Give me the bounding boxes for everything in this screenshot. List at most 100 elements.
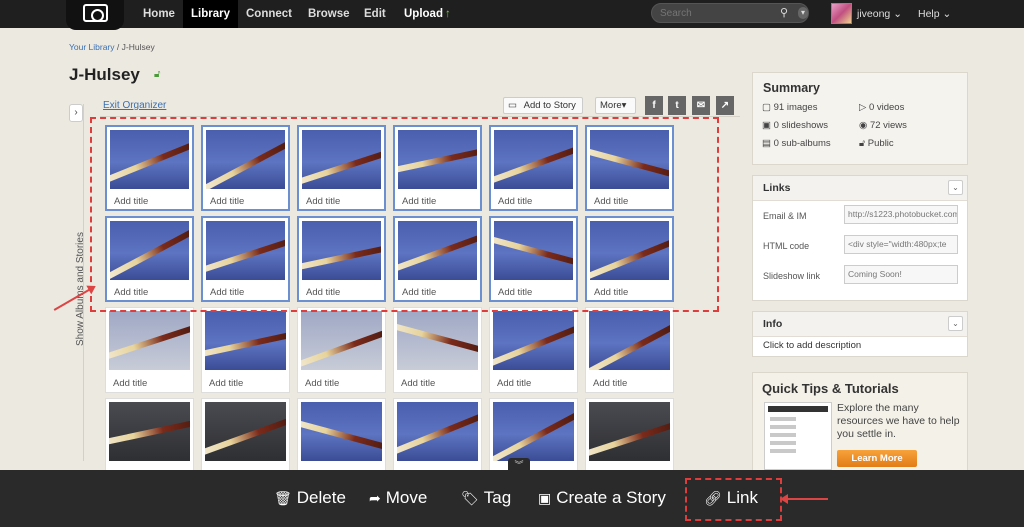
link-annotation-box — [685, 478, 782, 521]
privacy-text: Public — [867, 138, 894, 149]
story-icon: ▣ — [538, 490, 552, 506]
info-title: Info — [763, 318, 783, 330]
nav-browse[interactable]: Browse — [308, 0, 350, 28]
move-arrow-icon: ➦ — [369, 490, 381, 506]
pool-cue-image — [109, 415, 190, 447]
info-header[interactable]: Info ⌄ — [753, 312, 967, 337]
albums-side-tab[interactable]: › Show Albums and Stories — [66, 104, 86, 461]
help-menu[interactable]: Help ⌄ — [918, 0, 951, 28]
links-header[interactable]: Links ⌄ — [753, 176, 967, 201]
subalbum-count-text: 0 sub-albums — [773, 138, 831, 149]
image-count-text: 91 images — [773, 102, 818, 113]
privacy-status[interactable]: 🔓︎ Public — [859, 138, 894, 149]
photo-tile[interactable]: Add title — [201, 307, 290, 393]
info-panel: Info ⌄ Click to add description — [752, 311, 968, 357]
nav-edit[interactable]: Edit — [364, 0, 386, 28]
upload-arrow-icon: ↑ — [444, 8, 451, 20]
photo-thumbnail — [397, 311, 478, 370]
summary-panel: Summary ▢ 91 images ▷ 0 videos ▣ 0 slide… — [752, 72, 968, 165]
create-story-label: Create a Story — [556, 488, 666, 507]
pool-cue-image — [301, 418, 382, 456]
breadcrumb-current: J-Hulsey — [121, 42, 155, 52]
avatar[interactable] — [831, 3, 852, 24]
html-code-field[interactable]: <div style="width:480px;te — [844, 235, 958, 254]
photo-tile[interactable]: Add title — [105, 307, 194, 393]
facebook-icon[interactable]: f — [645, 96, 663, 115]
photo-thumbnail — [205, 402, 286, 461]
photo-thumbnail — [301, 311, 382, 370]
photo-thumbnail — [301, 402, 382, 461]
nav-library[interactable]: Library — [183, 0, 238, 28]
tutorial-thumbnail[interactable] — [764, 402, 832, 470]
share-icon[interactable]: ↗ — [716, 96, 734, 115]
photo-title[interactable]: Add title — [497, 378, 531, 389]
search-icon[interactable]: ⚲ — [780, 6, 788, 19]
page-title: J-Hulsey — [69, 65, 140, 84]
search-input[interactable] — [660, 6, 778, 20]
add-description-link[interactable]: Click to add description — [763, 340, 861, 351]
slideshow-count-text: 0 slideshows — [773, 120, 829, 131]
nav-upload[interactable]: Upload ↑ — [404, 0, 451, 28]
photo-tile[interactable]: Add title — [297, 307, 386, 393]
pool-cue-image — [397, 405, 478, 457]
html-label: HTML code — [763, 241, 810, 251]
create-story-button[interactable]: ▣ Create a Story — [538, 487, 666, 509]
add-to-story-button[interactable]: ▭ Add to Story — [503, 97, 583, 114]
photo-tile[interactable]: Add title — [393, 398, 482, 470]
twitter-icon[interactable]: t — [668, 96, 686, 115]
summary-title: Summary — [763, 81, 820, 95]
tips-title: Quick Tips & Tutorials — [762, 381, 899, 396]
photo-tile[interactable]: Add title — [489, 398, 578, 470]
photo-tile[interactable]: Add title — [105, 398, 194, 470]
chevron-right-icon[interactable]: › — [69, 104, 83, 122]
search-dropdown-icon[interactable]: ▾ — [798, 7, 808, 19]
photo-tile[interactable]: Add title — [585, 307, 674, 393]
chevron-down-icon[interactable]: ⌄ — [948, 180, 963, 195]
photo-title[interactable]: Add title — [401, 378, 435, 389]
learn-more-button[interactable]: Learn More — [837, 450, 917, 467]
photo-title[interactable]: Add title — [209, 378, 243, 389]
delete-button[interactable]: 🗑︎ Delete — [274, 487, 346, 509]
photo-thumbnail — [109, 311, 190, 370]
chevron-down-icon: ⌄ — [942, 8, 952, 20]
email-icon[interactable]: ✉ — [692, 96, 710, 115]
quick-tips-panel: Quick Tips & Tutorials Explore the many … — [752, 372, 968, 472]
breadcrumb-root[interactable]: Your Library — [69, 42, 115, 52]
move-button[interactable]: ➦ Move — [369, 487, 427, 509]
lock-icon: 🔓︎ — [859, 138, 866, 149]
photo-tile[interactable]: Add title — [489, 307, 578, 393]
user-menu[interactable]: jiveong ⌄ — [857, 0, 902, 28]
nav-connect[interactable]: Connect — [246, 0, 292, 28]
image-count: ▢ 91 images — [762, 102, 817, 113]
photo-title[interactable]: Add title — [113, 378, 147, 389]
slideshow-count: ▣ 0 slideshows — [762, 120, 828, 131]
photo-title[interactable]: Add title — [593, 378, 627, 389]
photo-tile[interactable]: Add title — [297, 398, 386, 470]
tag-button[interactable]: 🏷︎ Tag — [461, 487, 511, 509]
photo-thumbnail — [493, 311, 574, 370]
unlock-icon[interactable]: 🔓︎ — [154, 69, 160, 80]
exit-organizer-link[interactable]: Exit Organizer — [103, 100, 166, 111]
more-button[interactable]: More▾ — [595, 97, 636, 114]
email-link-field[interactable]: http://s1223.photobucket.com — [844, 205, 958, 224]
pool-cue-image — [205, 327, 286, 359]
camera-icon — [83, 4, 108, 22]
photo-thumbnail — [205, 311, 286, 370]
photo-tile[interactable]: Add title — [585, 398, 674, 470]
nav-home[interactable]: Home — [143, 0, 175, 28]
email-label: Email & IM — [763, 211, 807, 221]
trash-icon: 🗑︎ — [274, 490, 292, 506]
breadcrumb: Your Library / J-Hulsey — [69, 42, 155, 52]
photobucket-logo[interactable] — [66, 0, 124, 30]
tips-text: Explore the many resources we have to he… — [837, 402, 960, 440]
photo-tile[interactable]: Add title — [393, 307, 482, 393]
video-count-text: 0 videos — [868, 102, 905, 113]
eye-icon: ◉ — [859, 120, 868, 131]
photo-title[interactable]: Add title — [305, 378, 339, 389]
breadcrumb-separator: / — [116, 42, 120, 52]
slideshow-link-field[interactable]: Coming Soon! — [844, 265, 958, 284]
photo-tile[interactable]: Add title — [201, 398, 290, 470]
chevron-down-icon[interactable]: ⌄ — [948, 316, 963, 331]
slideshow-icon: ▣ — [762, 120, 771, 131]
annotation-arrow — [780, 494, 828, 504]
